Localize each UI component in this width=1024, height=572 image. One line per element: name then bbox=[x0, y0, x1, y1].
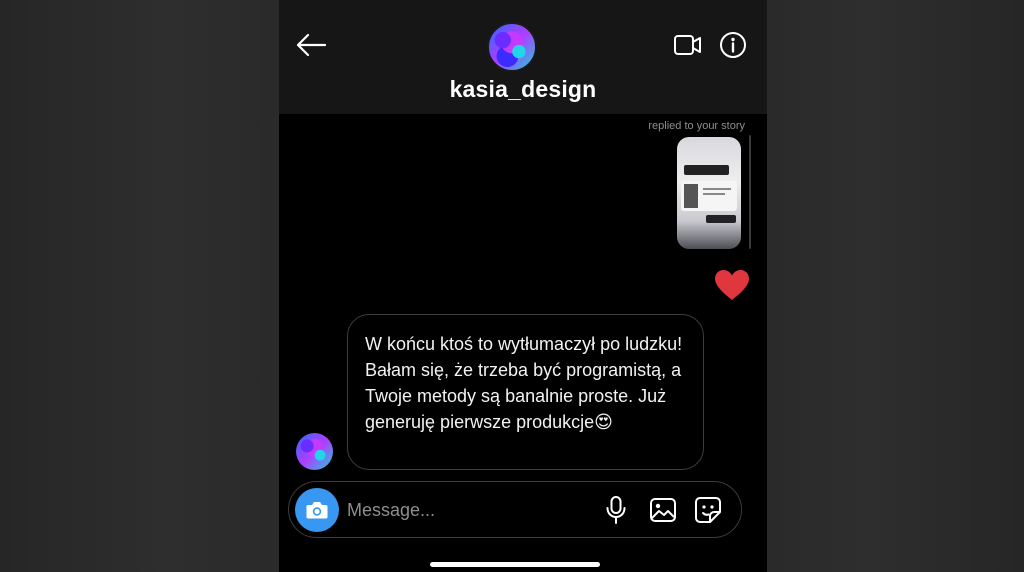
info-icon bbox=[720, 32, 746, 58]
scrollbar[interactable] bbox=[749, 135, 751, 249]
info-button[interactable] bbox=[719, 31, 747, 59]
camera-icon bbox=[306, 502, 328, 519]
arrow-left-icon bbox=[296, 33, 327, 57]
sender-avatar[interactable] bbox=[296, 433, 333, 470]
home-indicator[interactable] bbox=[430, 562, 600, 567]
gallery-button[interactable] bbox=[649, 497, 677, 523]
image-icon bbox=[650, 498, 676, 522]
story-line bbox=[703, 193, 725, 195]
camera-button[interactable] bbox=[295, 488, 339, 532]
video-camera-icon bbox=[674, 35, 701, 55]
back-button[interactable] bbox=[295, 32, 327, 58]
message-input[interactable] bbox=[347, 496, 587, 524]
story-text-bar bbox=[706, 215, 736, 223]
microphone-icon bbox=[606, 496, 626, 524]
story-text-bar bbox=[684, 165, 729, 175]
avatar[interactable] bbox=[487, 22, 537, 72]
message-composer bbox=[288, 481, 742, 538]
microphone-button[interactable] bbox=[604, 495, 628, 525]
chat-username[interactable]: kasia_design bbox=[279, 76, 767, 103]
story-reply-caption: replied to your story bbox=[648, 120, 745, 132]
sticker-icon bbox=[695, 497, 721, 523]
story-line bbox=[703, 188, 731, 190]
video-call-button[interactable] bbox=[673, 32, 703, 58]
chat-screen: kasia_design replied to your story W koń… bbox=[279, 0, 767, 572]
background-left bbox=[0, 0, 279, 572]
heart-icon bbox=[715, 270, 749, 300]
heart-reaction[interactable] bbox=[713, 268, 751, 302]
story-thumbnail[interactable] bbox=[677, 137, 741, 249]
story-image bbox=[684, 184, 698, 208]
chat-header: kasia_design bbox=[279, 0, 767, 114]
sticker-button[interactable] bbox=[694, 496, 722, 524]
message-bubble[interactable]: W końcu ktoś to wytłumaczył po ludzku! B… bbox=[347, 314, 704, 470]
background-right bbox=[767, 0, 1024, 572]
